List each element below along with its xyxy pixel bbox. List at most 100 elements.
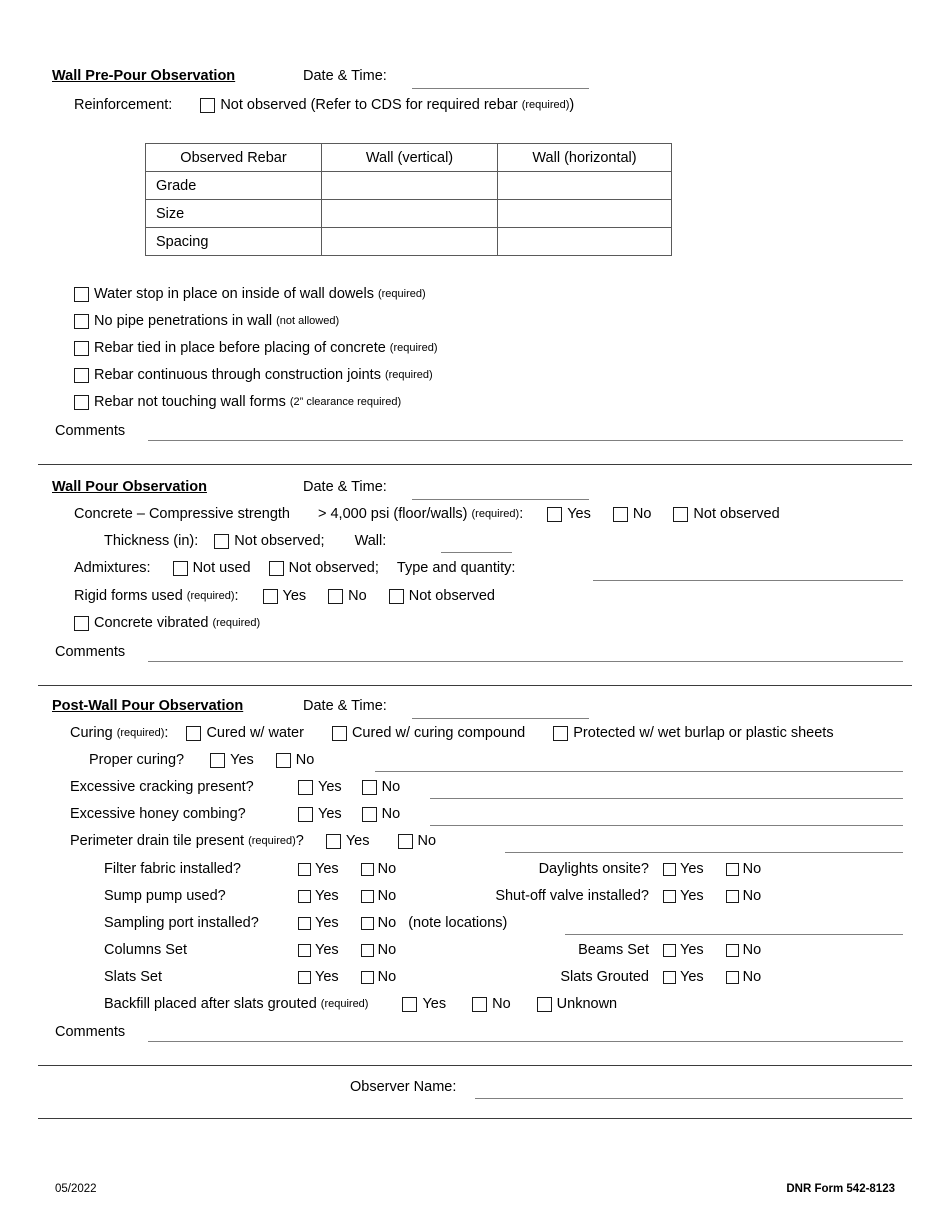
pre-pour-comments-input[interactable] (148, 440, 903, 441)
checklist-item-rebar-continuous[interactable]: Rebar continuous through construction jo… (74, 367, 433, 383)
compressive-strength-option-not-observed[interactable]: Not observed (673, 506, 780, 522)
checkbox-excessive-honey-combing-yes[interactable] (298, 806, 313, 822)
checkbox-sampling-port-no[interactable] (360, 916, 374, 930)
rigid-forms-option-not-observed[interactable]: Not observed (388, 588, 495, 604)
checkbox-cured-with-water[interactable] (186, 725, 202, 741)
concrete-vibrated-row[interactable]: Concrete vibrated (required) (74, 615, 260, 631)
checkbox-admixtures-not-used[interactable] (172, 560, 188, 576)
admixtures-type-input[interactable] (593, 580, 903, 581)
post-pour-comments-input[interactable] (148, 1041, 903, 1042)
filter-fabric-option-no[interactable]: No (360, 861, 396, 877)
reinforcement-not-observed-option[interactable]: Not observed (Refer to CDS for required … (200, 97, 574, 113)
excessive-cracking-option-yes[interactable]: Yes (298, 779, 342, 795)
checkbox-columns-set-no[interactable] (360, 943, 374, 957)
rigid-forms-option-no[interactable]: No (328, 588, 367, 604)
observer-name-input[interactable] (475, 1098, 903, 1099)
checkbox-rebar-continuous[interactable] (74, 367, 89, 383)
table-cell-grade-horizontal[interactable] (497, 171, 672, 200)
excessive-honey-combing-option-no[interactable]: No (361, 806, 400, 822)
table-cell-spacing-vertical[interactable] (321, 227, 498, 256)
slats-grouted-option-no[interactable]: No (725, 969, 761, 985)
perimeter-drain-tile-option-no[interactable]: No (397, 833, 436, 849)
admixtures-not-used-option[interactable]: Not used (172, 560, 251, 576)
sampling-port-option-yes[interactable]: Yes (298, 915, 339, 931)
perimeter-drain-tile-input[interactable] (505, 852, 903, 853)
excessive-honey-combing-option-yes[interactable]: Yes (298, 806, 342, 822)
columns-set-option-yes[interactable]: Yes (298, 942, 339, 958)
checkbox-rigid-forms-not-observed[interactable] (388, 588, 404, 604)
backfill-option-yes[interactable]: Yes (402, 996, 446, 1012)
checkbox-shut-off-valve-no[interactable] (725, 889, 739, 903)
checkbox-compressive-strength-not-observed[interactable] (673, 506, 689, 522)
checkbox-columns-set-yes[interactable] (298, 943, 311, 957)
curing-option-compound[interactable]: Cured w/ curing compound (331, 725, 525, 741)
filter-fabric-option-yes[interactable]: Yes (298, 861, 339, 877)
pour-comments-input[interactable] (148, 661, 903, 662)
slats-grouted-option-yes[interactable]: Yes (663, 969, 704, 985)
checklist-item-rebar-not-touching[interactable]: Rebar not touching wall forms (2” cleara… (74, 394, 401, 410)
checkbox-filter-fabric-yes[interactable] (298, 862, 311, 876)
checkbox-excessive-honey-combing-no[interactable] (361, 806, 377, 822)
backfill-option-no[interactable]: No (472, 996, 511, 1012)
table-cell-size-horizontal[interactable] (497, 199, 672, 228)
checkbox-backfill-unknown[interactable] (536, 996, 552, 1012)
checkbox-backfill-no[interactable] (472, 996, 488, 1012)
checkbox-sump-pump-no[interactable] (360, 889, 374, 903)
checkbox-daylights-onsite-no[interactable] (725, 862, 739, 876)
checkbox-rigid-forms-no[interactable] (328, 588, 344, 604)
checkbox-water-stop[interactable] (74, 286, 89, 302)
sampling-port-option-no[interactable]: No (360, 915, 396, 931)
proper-curing-option-no[interactable]: No (275, 752, 314, 768)
excessive-honey-combing-input[interactable] (430, 825, 903, 826)
slats-set-option-yes[interactable]: Yes (298, 969, 339, 985)
checkbox-backfill-yes[interactable] (402, 996, 418, 1012)
thickness-wall-input[interactable] (441, 552, 512, 553)
excessive-cracking-input[interactable] (430, 798, 903, 799)
checkbox-excessive-cracking-yes[interactable] (298, 779, 313, 795)
proper-curing-option-yes[interactable]: Yes (210, 752, 254, 768)
checkbox-rigid-forms-yes[interactable] (262, 588, 278, 604)
checkbox-rebar-tied[interactable] (74, 340, 89, 356)
checkbox-beams-set-yes[interactable] (663, 943, 676, 957)
table-cell-grade-vertical[interactable] (321, 171, 498, 200)
checkbox-shut-off-valve-yes[interactable] (663, 889, 676, 903)
curing-option-water[interactable]: Cured w/ water (186, 725, 304, 741)
checkbox-slats-grouted-no[interactable] (725, 970, 739, 984)
checkbox-daylights-onsite-yes[interactable] (663, 862, 676, 876)
perimeter-drain-tile-option-yes[interactable]: Yes (325, 833, 370, 849)
admixtures-not-observed-option[interactable]: Not observed; (268, 560, 379, 576)
pour-date-time-input[interactable] (412, 499, 589, 500)
sump-pump-option-yes[interactable]: Yes (298, 888, 339, 904)
thickness-not-observed-option[interactable]: Not observed; (214, 533, 325, 549)
curing-option-protected[interactable]: Protected w/ wet burlap or plastic sheet… (553, 725, 834, 741)
rigid-forms-option-yes[interactable]: Yes (262, 588, 306, 604)
checkbox-compressive-strength-yes[interactable] (547, 506, 563, 522)
checklist-item-no-pipe-penetrations[interactable]: No pipe penetrations in wall (not allowe… (74, 313, 339, 329)
slats-set-option-no[interactable]: No (360, 969, 396, 985)
pre-pour-date-time-input[interactable] (412, 88, 589, 89)
checkbox-slats-grouted-yes[interactable] (663, 970, 676, 984)
shut-off-valve-option-yes[interactable]: Yes (663, 888, 704, 904)
table-cell-spacing-horizontal[interactable] (497, 227, 672, 256)
shut-off-valve-option-no[interactable]: No (725, 888, 761, 904)
checkbox-slats-set-no[interactable] (360, 970, 374, 984)
checkbox-excessive-cracking-no[interactable] (361, 779, 377, 795)
checkbox-sump-pump-yes[interactable] (298, 889, 311, 903)
checkbox-thickness-not-observed[interactable] (214, 533, 230, 549)
checkbox-concrete-vibrated[interactable] (74, 615, 89, 631)
post-pour-date-time-input[interactable] (412, 718, 589, 719)
proper-curing-input[interactable] (375, 771, 903, 772)
checkbox-perimeter-drain-tile-no[interactable] (397, 833, 413, 849)
checkbox-no-pipe-penetrations[interactable] (74, 313, 89, 329)
checkbox-slats-set-yes[interactable] (298, 970, 311, 984)
checkbox-perimeter-drain-tile-yes[interactable] (325, 833, 341, 849)
beams-set-option-yes[interactable]: Yes (663, 942, 704, 958)
backfill-option-unknown[interactable]: Unknown (536, 996, 617, 1012)
checkbox-filter-fabric-no[interactable] (360, 862, 374, 876)
compressive-strength-option-no[interactable]: No (612, 506, 651, 522)
daylights-onsite-option-yes[interactable]: Yes (663, 861, 704, 877)
excessive-cracking-option-no[interactable]: No (361, 779, 400, 795)
checkbox-admixtures-not-observed[interactable] (268, 560, 284, 576)
daylights-onsite-option-no[interactable]: No (725, 861, 761, 877)
checkbox-sampling-port-yes[interactable] (298, 916, 311, 930)
